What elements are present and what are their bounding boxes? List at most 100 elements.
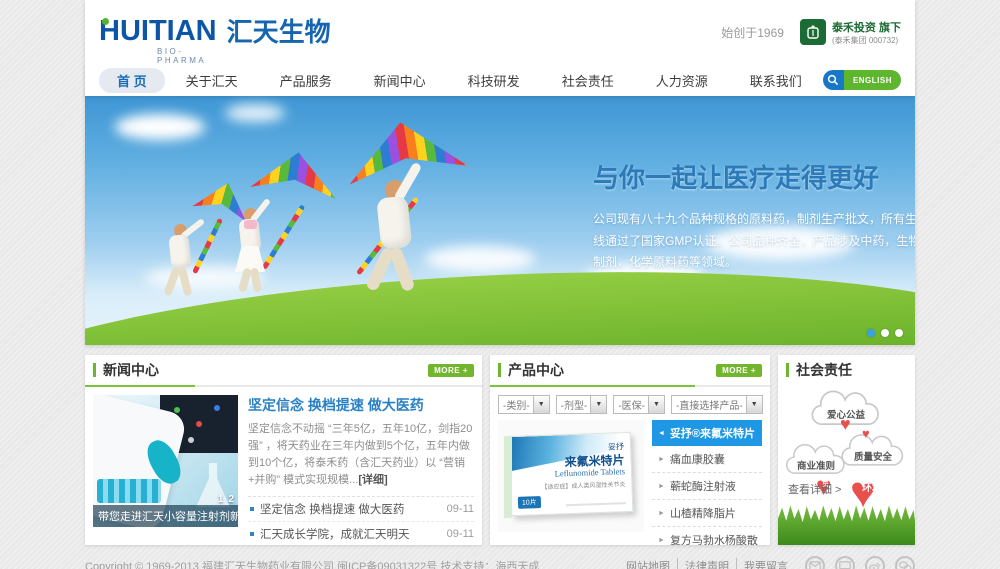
logo-text-cn: 汇天生物 (227, 16, 331, 48)
green-bar-icon (498, 363, 501, 377)
page: HUITIAN BIO-PHARMA 汇天生物 始创于1969 (0, 0, 1000, 569)
nav-item-news[interactable]: 新闻中心 (353, 68, 447, 93)
arrow-right-icon: ► (658, 456, 665, 463)
wechat-icon[interactable] (895, 556, 915, 569)
nav-item-about[interactable]: 关于汇天 (165, 68, 259, 93)
heart-icon: ♥ (840, 415, 851, 433)
dosage-form-select[interactable]: -剂型- ▼ (556, 395, 608, 414)
products-panel: 产品中心 MORE + -类别- ▼ -剂型- ▼ -医保- ▼ (490, 355, 770, 545)
search-icon (827, 74, 839, 86)
product-list-item[interactable]: ► 复方马勃水杨酸散 (652, 527, 762, 545)
banner-description: 公司现有八十九个品种规格的原料药，制剂生产批文，所有生产线通过了国家GMP认证。… (593, 209, 915, 274)
message-link[interactable]: 我要留言 (736, 558, 795, 569)
bullet-icon (250, 507, 254, 511)
content-row: 新闻中心 MORE + (85, 355, 915, 545)
copyright-text: Copyright © 1969-2013 福建汇天生物药业有限公司 闽ICP备… (85, 558, 539, 569)
monitor-icon[interactable] (835, 556, 855, 569)
products-title: 产品中心 (508, 360, 564, 380)
divider (85, 385, 482, 387)
photo-page-1[interactable]: 1 (218, 494, 224, 505)
cloud-shape (115, 114, 205, 140)
green-bar-icon (786, 363, 789, 377)
person-boy (371, 180, 442, 307)
photo-pagination: 1 2 (218, 494, 234, 505)
nav-item-home[interactable]: 首 页 (99, 68, 165, 93)
nav-item-contact[interactable]: 联系我们 (729, 68, 823, 93)
heart-icon: ♥ (862, 427, 870, 440)
product-list: ◄ 妥抒®来氟米特片 ► 痛血康胶囊 ► 蕲蛇酶注射液 ► (652, 420, 762, 545)
products-panel-header: 产品中心 MORE + (490, 355, 770, 385)
carousel-dots (867, 329, 903, 337)
chevron-down-icon: ▼ (746, 396, 762, 413)
social-graphic-area: 爱心公益 质量安全 商业准则 ♥ ♥ (778, 385, 915, 493)
main-nav: 首 页 关于汇天 产品服务 新闻中心 科技研发 社会责任 人力资源 联系我们 (85, 64, 915, 96)
person-woman (235, 208, 285, 304)
news-photo-caption[interactable]: 带您走进汇天小容量注射剂新车间 (93, 505, 238, 527)
news-title: 新闻中心 (103, 360, 159, 380)
products-body: 妥抒 来氟米特片 Leflunomide Tablets 【适应症】成人类风湿性… (490, 420, 770, 545)
news-feature-text: 坚定信念不动摇 “三年5亿，五年10亿，剑指20强” ，将天药业在三年内做到5个… (248, 421, 474, 489)
news-feature-title[interactable]: 坚定信念 换档提速 做大医药 (248, 395, 474, 415)
medicine-box-graphic: 妥抒 来氟米特片 Leflunomide Tablets 【适应症】成人类风湿性… (509, 432, 634, 516)
direct-product-select[interactable]: -直接选择产品- ▼ (671, 395, 763, 414)
product-photo[interactable]: 妥抒 来氟米特片 Leflunomide Tablets 【适应症】成人类风湿性… (498, 420, 644, 532)
product-list-item[interactable]: ► 痛血康胶囊 (652, 446, 762, 473)
cloud-shape (225, 104, 285, 122)
sitemap-link[interactable]: 网站地图 (619, 558, 677, 569)
group-link[interactable]: 泰禾投资 旗下 (泰禾集团 000732) (800, 19, 901, 46)
products-more-button[interactable]: MORE + (716, 364, 762, 377)
person-man (165, 224, 211, 306)
logo-text-en: HUITIAN (99, 15, 217, 47)
news-photo[interactable]: 1 2 带您走进汇天小容量注射剂新车间 (93, 395, 238, 527)
logo[interactable]: HUITIAN BIO-PHARMA 汇天生物 (99, 16, 331, 48)
product-list-item[interactable]: ► 蕲蛇酶注射液 (652, 473, 762, 500)
nav-item-research[interactable]: 科技研发 (447, 68, 541, 93)
nav-item-products[interactable]: 产品服务 (259, 68, 353, 93)
english-button[interactable]: ENGLISH (844, 70, 901, 90)
chevron-down-icon: ▼ (648, 396, 664, 413)
arrow-left-icon: ◄ (658, 430, 665, 437)
search-english-pill: ENGLISH (823, 70, 901, 90)
legal-link[interactable]: 法律声明 (677, 558, 736, 569)
news-list: 坚定信念 换档提速 做大医药 09-11 汇天成长学院，成就汇天明天 09-11… (248, 496, 474, 545)
mail-icon[interactable] (805, 556, 825, 569)
bullet-icon (250, 532, 254, 536)
arrow-right-icon: ► (658, 510, 665, 517)
carousel-dot[interactable] (881, 329, 889, 337)
footer-links: 网站地图 法律声明 我要留言 (619, 558, 795, 569)
news-list-item[interactable]: 汇天成长学院，成就汇天明天 09-11 (248, 522, 474, 545)
banner-title: 与你一起让医疗走得更好 (593, 158, 915, 195)
photo-page-2[interactable]: 2 (228, 494, 234, 505)
banner-copy: 与你一起让医疗走得更好 公司现有八十九个品种规格的原料药，制剂生产批文，所有生产… (593, 158, 915, 274)
product-filters: -类别- ▼ -剂型- ▼ -医保- ▼ -直接选择产品- ▼ (490, 387, 770, 420)
header-right: 始创于1969 泰禾投资 旗下 (泰禾集团 000732) (721, 19, 901, 46)
news-panel-header: 新闻中心 MORE + (85, 355, 482, 385)
social-detail-link[interactable]: 查看详细 > (788, 481, 841, 497)
category-select[interactable]: -类别- ▼ (498, 395, 550, 414)
nav-item-responsibility[interactable]: 社会责任 (541, 68, 635, 93)
search-button[interactable] (823, 70, 844, 90)
product-list-item[interactable]: ► 山楂精降脂片 (652, 500, 762, 527)
nav-item-hr[interactable]: 人力资源 (635, 68, 729, 93)
insurance-select[interactable]: -医保- ▼ (613, 395, 665, 414)
since-text: 始创于1969 (721, 24, 784, 41)
medicine-box-side (504, 436, 512, 519)
chevron-down-icon: ▼ (533, 396, 549, 413)
carousel-dot[interactable] (867, 329, 875, 337)
news-list-item[interactable]: 坚定信念 换档提速 做大医药 09-11 (248, 497, 474, 522)
grass-graphic (778, 501, 915, 545)
news-panel: 新闻中心 MORE + (85, 355, 482, 545)
news-more-button[interactable]: MORE + (428, 364, 474, 377)
product-list-item-active[interactable]: ◄ 妥抒®来氟米特片 (652, 420, 762, 446)
carousel-dot[interactable] (895, 329, 903, 337)
top-card: HUITIAN BIO-PHARMA 汇天生物 始创于1969 (85, 0, 915, 345)
weibo-icon[interactable] (865, 556, 885, 569)
group-stock-code: (泰禾集团 000732) (832, 35, 901, 46)
green-bar-icon (93, 363, 96, 377)
footer: Copyright © 1969-2013 福建汇天生物药业有限公司 闽ICP备… (85, 555, 915, 569)
hero-banner: 与你一起让医疗走得更好 公司现有八十九个品种规格的原料药，制剂生产批文，所有生产… (85, 96, 915, 345)
social-panel-header: 社会责任 (778, 355, 915, 385)
news-detail-link[interactable]: [详细] (358, 474, 387, 486)
logo-dot-icon (102, 18, 109, 25)
taihe-group-icon (800, 19, 826, 45)
